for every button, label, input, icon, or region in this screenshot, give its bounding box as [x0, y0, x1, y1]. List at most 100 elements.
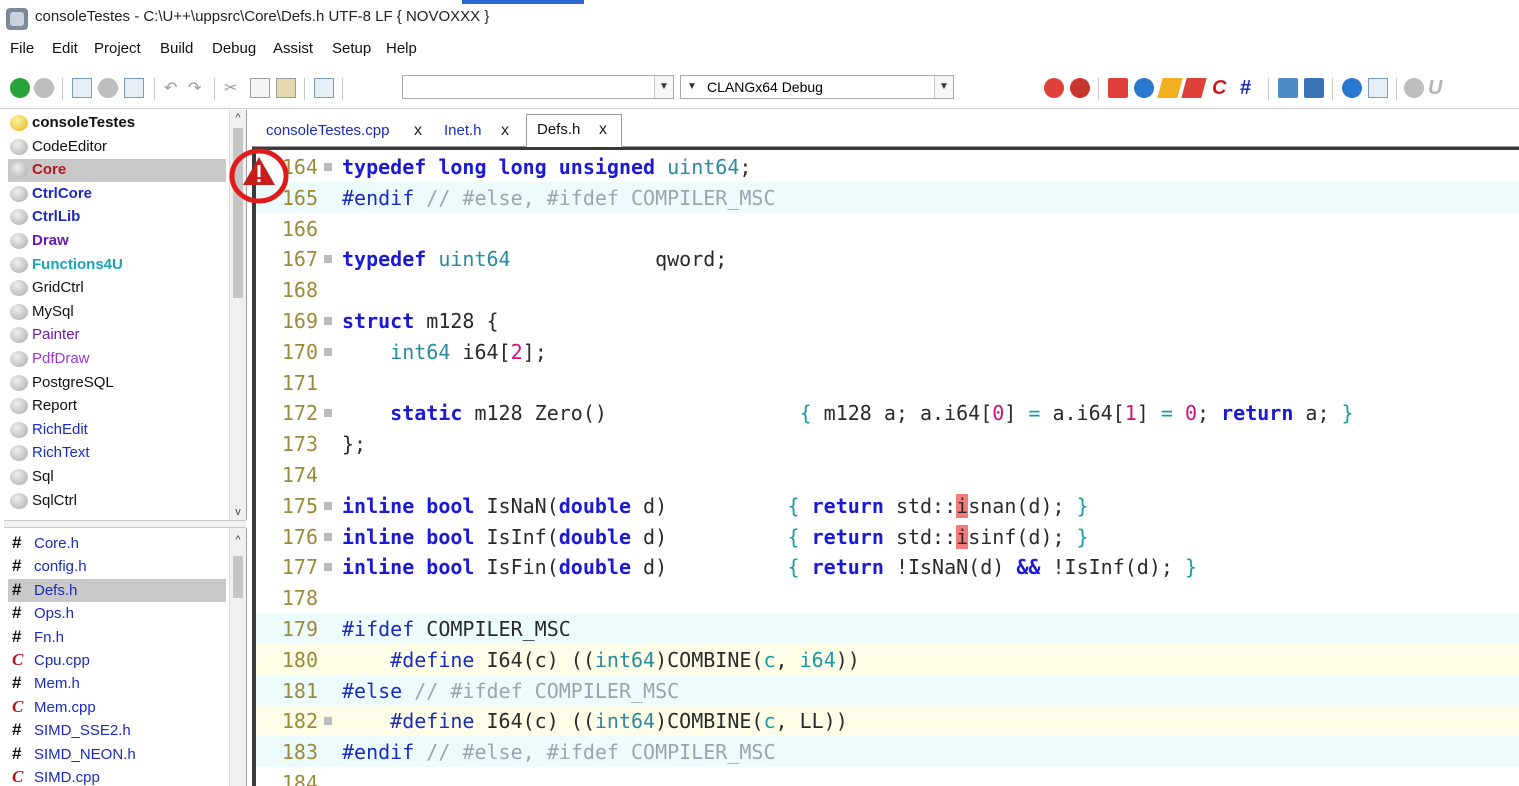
code-line[interactable]: 175 inline bool IsNaN(double d) { return … — [256, 490, 1519, 521]
file-item[interactable]: # Ops.h — [8, 602, 226, 625]
panel-splitter[interactable] — [4, 520, 246, 528]
paste-icon[interactable] — [276, 78, 296, 98]
close-icon[interactable]: x — [599, 121, 607, 139]
code-line[interactable]: 173}; — [256, 428, 1519, 459]
code-line[interactable]: 182 #define I64(c) ((int64)COMBINE(c, LL… — [256, 705, 1519, 737]
build-icon[interactable] — [1044, 78, 1064, 98]
package-icon[interactable] — [98, 78, 118, 98]
preprocess-icon[interactable]: # — [1240, 78, 1260, 98]
find-in-files-icon[interactable] — [314, 78, 334, 98]
main-config-combo[interactable]: ▼ — [402, 75, 674, 99]
rebuild-icon[interactable] — [1070, 78, 1090, 98]
file-item[interactable]: C SIMD.cpp — [8, 766, 226, 786]
package-item[interactable]: PostgreSQL — [8, 372, 226, 395]
compile-icon[interactable]: C — [1212, 78, 1232, 98]
code-line[interactable]: 174 — [256, 459, 1519, 490]
scroll-up-icon[interactable]: ^ — [230, 532, 246, 548]
hex-mode-icon[interactable] — [124, 78, 144, 98]
code-line[interactable]: 181 #else // #ifdef COMPILER_MSC — [256, 674, 1519, 706]
menu-edit[interactable]: Edit — [52, 40, 78, 57]
package-item[interactable]: Core — [8, 159, 226, 183]
back-icon[interactable] — [10, 78, 30, 98]
build-method-combo[interactable]: ▼ CLANGx64 Debug ▼ — [680, 75, 954, 99]
package-item[interactable]: Sql — [8, 466, 226, 489]
code-line[interactable]: 165 #endif // #else, #ifdef COMPILER_MSC — [256, 181, 1519, 213]
package-item[interactable]: RichText — [8, 442, 226, 465]
package-item[interactable]: RichEdit — [8, 419, 226, 442]
text-mode-icon[interactable] — [72, 78, 92, 98]
code-line[interactable]: 172 static m128 Zero() { m128 a; a.i64[0… — [256, 397, 1519, 428]
close-icon[interactable]: x — [414, 122, 422, 140]
open-output-icon[interactable] — [1304, 78, 1324, 98]
tab-consoletestes-cpp[interactable]: consoleTestes.cpp x — [256, 116, 432, 145]
fold-marker-icon[interactable] — [324, 717, 332, 726]
code-line[interactable]: 168 — [256, 274, 1519, 305]
code-line[interactable]: 166 — [256, 213, 1519, 244]
package-item[interactable]: CtrlCore — [8, 183, 226, 206]
code-line[interactable]: 176 inline bool IsInf(double d) { return … — [256, 521, 1519, 552]
u-logo-icon[interactable]: U — [1428, 78, 1448, 98]
package-item[interactable]: consoleTestes — [8, 112, 226, 135]
menu-help[interactable]: Help — [386, 40, 417, 57]
fold-marker-icon[interactable] — [324, 409, 332, 418]
menu-assist[interactable]: Assist — [273, 40, 313, 57]
code-line[interactable]: 178 — [256, 582, 1519, 613]
file-item[interactable]: C Cpu.cpp — [8, 649, 226, 672]
debug-icon[interactable] — [1181, 78, 1207, 98]
topic-help-icon[interactable] — [1368, 78, 1388, 98]
help-icon[interactable] — [1342, 78, 1362, 98]
code-line[interactable]: 184 — [256, 767, 1519, 786]
package-item[interactable]: Painter — [8, 324, 226, 347]
code-line[interactable]: 170 int64 i64[2]; — [256, 336, 1519, 367]
redo-icon[interactable]: ↷ — [188, 78, 208, 98]
file-item[interactable]: # config.h — [8, 555, 226, 578]
package-item[interactable]: SqlCtrl — [8, 490, 226, 513]
file-item[interactable]: # SIMD_SSE2.h — [8, 719, 226, 742]
run-icon[interactable] — [1157, 78, 1183, 98]
code-line[interactable]: 167 typedef uint64 qword; — [256, 243, 1519, 274]
code-line[interactable]: 169 struct m128 { — [256, 305, 1519, 336]
file-item[interactable]: # Defs.h — [8, 578, 226, 602]
package-item[interactable]: Functions4U — [8, 254, 226, 277]
code-line[interactable]: 180 #define I64(c) ((int64)COMBINE(c, i6… — [256, 643, 1519, 675]
package-item[interactable]: CodeEditor — [8, 136, 226, 159]
menu-setup[interactable]: Setup — [332, 40, 371, 57]
ai-assist-icon[interactable] — [1404, 78, 1424, 98]
package-item[interactable]: Report — [8, 395, 226, 418]
package-item[interactable]: GridCtrl — [8, 277, 226, 300]
package-item[interactable]: MySql — [8, 301, 226, 324]
forward-icon[interactable] — [34, 78, 54, 98]
code-editor[interactable]: 164 typedef long long unsigned uint64; 165… — [252, 147, 1519, 786]
file-item[interactable]: # SIMD_NEON.h — [8, 743, 226, 766]
menu-debug[interactable]: Debug — [212, 40, 256, 57]
open-folder-icon[interactable] — [1278, 78, 1298, 98]
code-line[interactable]: 171 — [256, 367, 1519, 398]
fold-marker-icon[interactable] — [324, 163, 332, 171]
tab-defs-h[interactable]: Defs.h x — [526, 114, 622, 147]
fold-marker-icon[interactable] — [324, 347, 332, 356]
fold-marker-icon[interactable] — [324, 317, 332, 325]
fold-marker-icon[interactable] — [324, 563, 332, 572]
package-item[interactable]: Draw — [8, 230, 226, 253]
file-item[interactable]: # Mem.h — [8, 672, 226, 695]
code-line[interactable]: 164 typedef long long unsigned uint64; — [256, 151, 1519, 182]
file-list-scrollbar[interactable]: ^ — [229, 528, 246, 786]
chevron-down-icon[interactable]: ▼ — [934, 76, 953, 98]
chevron-down-icon[interactable]: ▼ — [654, 76, 673, 98]
code-line[interactable]: 177 inline bool IsFin(double d) { return … — [256, 551, 1519, 582]
fold-marker-icon[interactable] — [324, 255, 332, 264]
copy-icon[interactable] — [250, 78, 270, 98]
close-icon[interactable]: x — [501, 122, 509, 140]
scroll-down-icon[interactable]: v — [230, 504, 246, 520]
output-icon[interactable] — [1108, 78, 1128, 98]
file-item[interactable]: # Fn.h — [8, 626, 226, 649]
refresh-icon[interactable] — [1134, 78, 1154, 98]
file-item[interactable]: # Core.h — [8, 532, 226, 555]
menu-build[interactable]: Build — [160, 40, 193, 57]
package-item[interactable]: CtrlLib — [8, 206, 226, 229]
menu-project[interactable]: Project — [94, 40, 141, 57]
scroll-up-icon[interactable]: ^ — [230, 110, 246, 126]
undo-icon[interactable]: ↶ — [164, 78, 184, 98]
scroll-thumb[interactable] — [233, 556, 243, 598]
code-line[interactable]: 179 #ifdef COMPILER_MSC — [256, 613, 1519, 644]
